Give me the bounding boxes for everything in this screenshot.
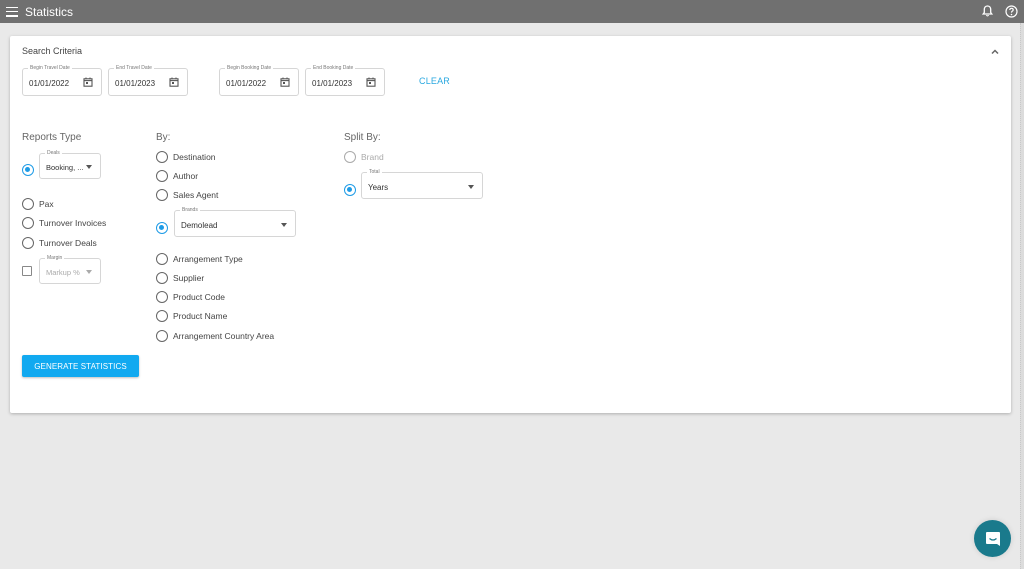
reports-type-title: Reports Type (22, 132, 82, 143)
brands-select[interactable]: Brands Demolead (174, 206, 296, 237)
calendar-icon[interactable] (83, 77, 93, 87)
arrangement-country-area-radio[interactable]: Arrangement Country Area (156, 330, 274, 342)
split-by-title: Split By: (344, 132, 381, 143)
calendar-icon[interactable] (169, 77, 179, 87)
brands-radio[interactable] (156, 222, 168, 234)
brand-radio[interactable]: Brand (344, 151, 384, 163)
caret-down-icon (468, 185, 474, 189)
caret-down-icon (86, 270, 92, 274)
sales-agent-radio[interactable]: Sales Agent (156, 189, 218, 201)
deals-select[interactable]: Deals Booking, ... (39, 149, 101, 179)
caret-down-icon (86, 165, 92, 169)
card-title: Search Criteria (22, 46, 83, 56)
product-code-radio[interactable]: Product Code (156, 291, 225, 303)
deals-radio[interactable] (22, 164, 34, 176)
total-select[interactable]: Total Years (361, 168, 483, 199)
app-bar: Statistics (0, 0, 1024, 23)
caret-down-icon (281, 223, 287, 227)
calendar-icon[interactable] (280, 77, 290, 87)
turnover-invoices-radio[interactable]: Turnover Invoices (22, 217, 106, 229)
pax-radio[interactable]: Pax (22, 198, 54, 210)
turnover-deals-radio[interactable]: Turnover Deals (22, 237, 97, 249)
supplier-radio[interactable]: Supplier (156, 272, 204, 284)
product-name-radio[interactable]: Product Name (156, 310, 227, 322)
by-title: By: (156, 132, 171, 143)
chevron-up-icon (991, 49, 999, 55)
begin-booking-date-field[interactable]: Begin Booking Date 01/01/2022 (219, 64, 299, 96)
bell-icon[interactable] (980, 4, 994, 18)
author-radio[interactable]: Author (156, 170, 198, 182)
margin-select[interactable]: Margin Markup % (39, 254, 101, 284)
begin-travel-date-field[interactable]: Begin Travel Date 01/01/2022 (22, 64, 102, 96)
scrollbar[interactable] (1020, 23, 1024, 569)
chat-icon (985, 531, 1000, 546)
arrangement-type-radio[interactable]: Arrangement Type (156, 253, 243, 265)
total-radio[interactable] (344, 184, 356, 196)
help-icon[interactable] (1004, 4, 1018, 18)
menu-icon[interactable] (6, 6, 18, 17)
search-criteria-card: Search Criteria Begin Travel Date 01/01/… (10, 36, 1011, 413)
clear-button[interactable]: CLEAR (419, 76, 450, 86)
chat-button[interactable] (974, 520, 1011, 557)
generate-statistics-button[interactable]: GENERATE STATISTICS (22, 355, 139, 377)
margin-checkbox[interactable] (22, 266, 32, 276)
collapse-button[interactable] (989, 44, 1001, 55)
destination-radio[interactable]: Destination (156, 151, 216, 163)
end-travel-date-field[interactable]: End Travel Date 01/01/2023 (108, 64, 188, 96)
app-title: Statistics (25, 4, 74, 19)
end-booking-date-field[interactable]: End Booking Date 01/01/2023 (305, 64, 385, 96)
calendar-icon[interactable] (366, 77, 376, 87)
